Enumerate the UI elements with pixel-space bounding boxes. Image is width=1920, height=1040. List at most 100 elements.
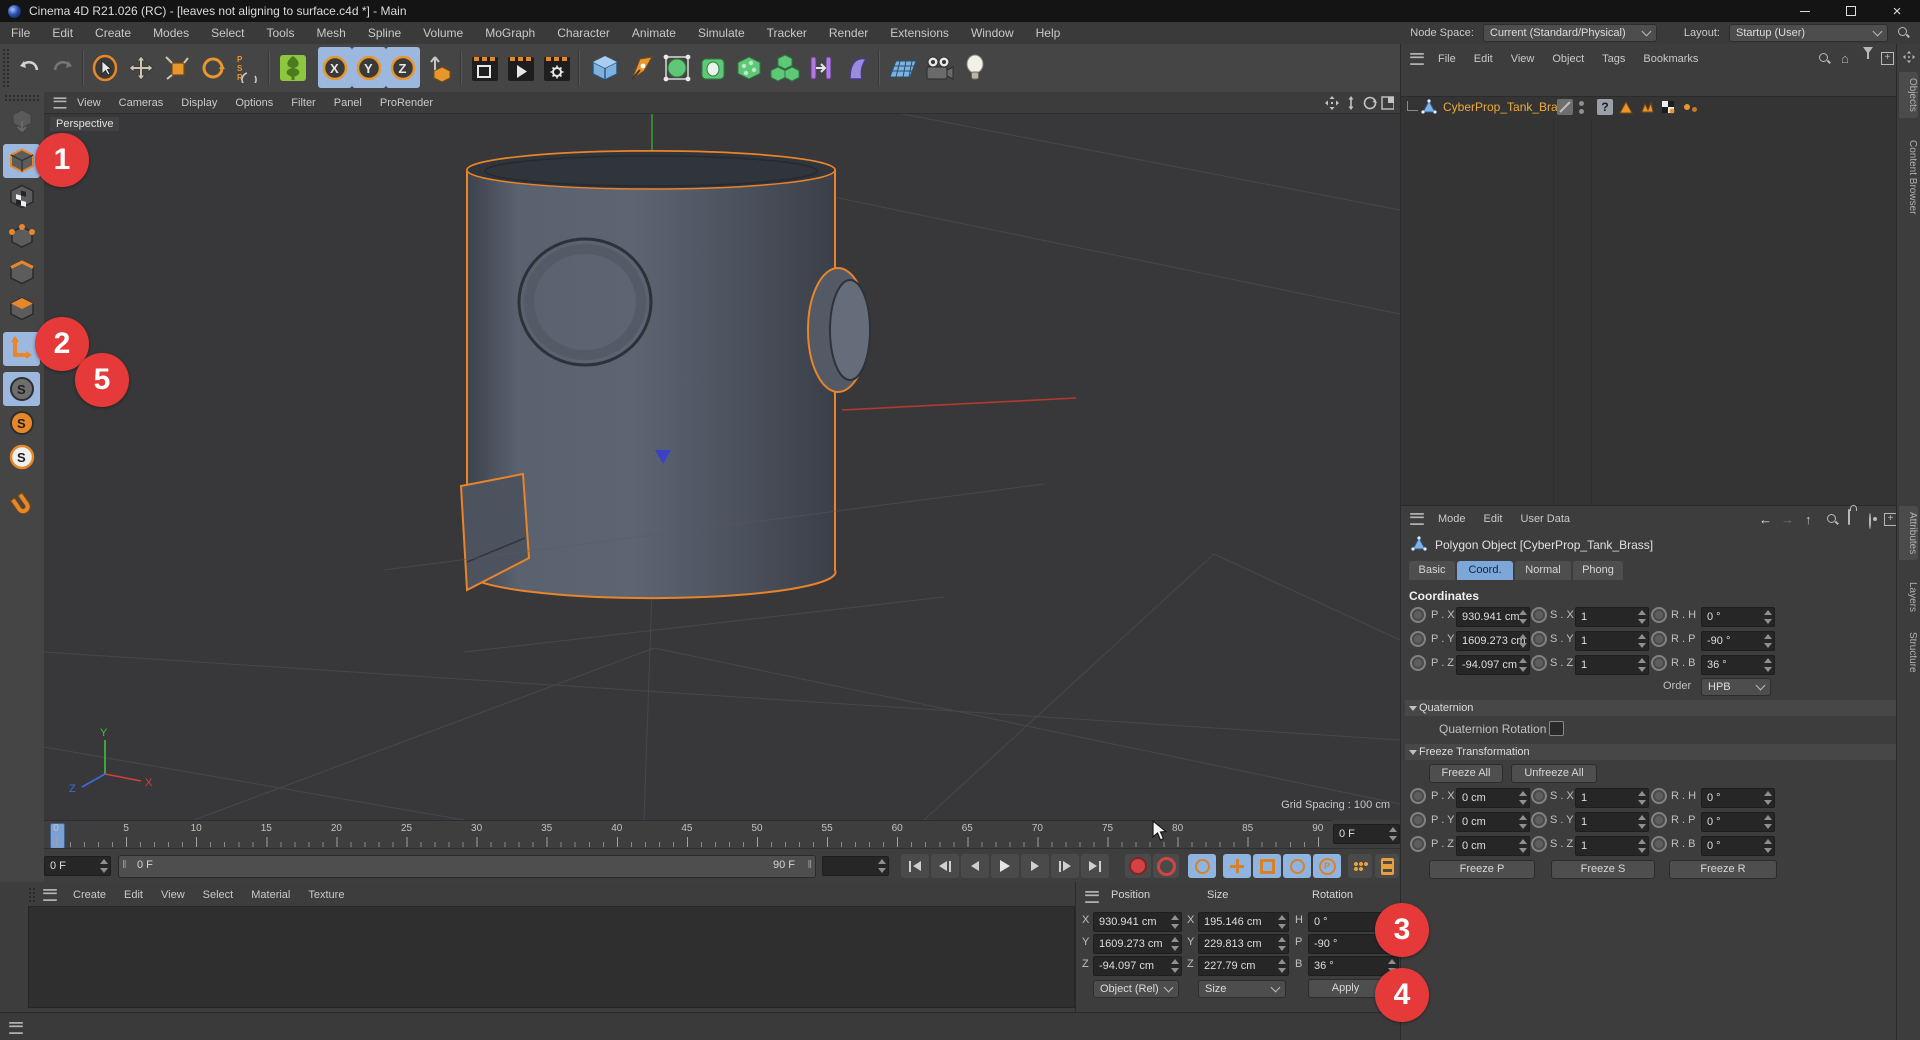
- generator-button[interactable]: [696, 47, 730, 88]
- previous-key-button[interactable]: [931, 854, 959, 878]
- frame-start-field[interactable]: 0 F: [44, 856, 111, 876]
- maximize-button[interactable]: [1828, 0, 1874, 22]
- object-name[interactable]: CyberProp_Tank_Brass: [1443, 100, 1570, 114]
- fsx-field[interactable]: 1: [1575, 788, 1649, 808]
- timeline-range-slider[interactable]: ‖ 0 F 90 F ‖: [118, 855, 816, 878]
- volume-builder-button[interactable]: [732, 47, 766, 88]
- record-position-toggle[interactable]: [1223, 854, 1251, 878]
- question-tag-icon[interactable]: ?: [1597, 99, 1613, 115]
- spinner-icon[interactable]: [1170, 915, 1179, 929]
- spinner-icon[interactable]: [1170, 937, 1179, 951]
- px-field[interactable]: 930.941 cm: [1456, 607, 1530, 627]
- enable-snap-button[interactable]: S: [3, 372, 40, 406]
- viewport-menu-icon[interactable]: [54, 97, 67, 108]
- freeze-section-header[interactable]: Freeze Transformation: [1405, 744, 1901, 760]
- menu-item-user-data[interactable]: User Data: [1512, 513, 1580, 525]
- keyframe-dot[interactable]: [1531, 631, 1547, 647]
- redo-button[interactable]: [46, 47, 80, 88]
- render-view-button[interactable]: [468, 47, 502, 88]
- size-z-field[interactable]: 227.79 cm: [1198, 956, 1289, 976]
- viewport-nav-icons[interactable]: [1324, 95, 1394, 111]
- keyframe-dot[interactable]: [1410, 836, 1426, 852]
- keyframe-dot[interactable]: [1531, 655, 1547, 671]
- goto-start-button[interactable]: [901, 854, 929, 878]
- menu-item-file[interactable]: File: [0, 26, 41, 40]
- menu-item-mesh[interactable]: Mesh: [305, 26, 356, 40]
- keyframe-dot[interactable]: [1410, 788, 1426, 804]
- spinner-icon[interactable]: [1637, 791, 1646, 805]
- menu-item-object[interactable]: Object: [1543, 53, 1593, 65]
- freeze-s-button[interactable]: Freeze S: [1551, 860, 1655, 879]
- deformer-button[interactable]: [840, 47, 874, 88]
- rotate-tool[interactable]: [196, 47, 230, 88]
- unfreeze-all-button[interactable]: Unfreeze All: [1511, 764, 1597, 783]
- spinner-icon[interactable]: [1637, 815, 1646, 829]
- attributes-menu-icon[interactable]: [1410, 513, 1424, 525]
- spinner-icon[interactable]: [1518, 658, 1527, 672]
- polygons-mode-button[interactable]: [3, 292, 40, 326]
- next-key-button[interactable]: [1051, 854, 1079, 878]
- magnet-tool-button[interactable]: [3, 488, 40, 522]
- menu-item-create[interactable]: Create: [64, 889, 115, 901]
- quaternion-section-header[interactable]: Quaternion: [1405, 700, 1901, 716]
- menu-item-tools[interactable]: Tools: [255, 26, 305, 40]
- spline-boolean-button[interactable]: [804, 47, 838, 88]
- sy-field[interactable]: 1: [1575, 631, 1649, 651]
- freeze-p-button[interactable]: Freeze P: [1429, 860, 1535, 879]
- size-y-field[interactable]: 229.813 cm: [1198, 934, 1289, 954]
- snap-modes-button[interactable]: S: [3, 406, 40, 440]
- edit-render-settings-button[interactable]: [540, 47, 574, 88]
- spinner-icon[interactable]: [1637, 634, 1646, 648]
- spinner-icon[interactable]: [1277, 937, 1286, 951]
- object-manager-menu-icon[interactable]: [1410, 53, 1424, 65]
- frp-field[interactable]: 0 °: [1701, 812, 1775, 832]
- spinner-icon[interactable]: [1388, 827, 1397, 841]
- material-menu-icon[interactable]: [43, 889, 57, 901]
- menu-item-filter[interactable]: Filter: [282, 97, 324, 109]
- tab-structure[interactable]: Structure: [1899, 626, 1918, 679]
- menu-item-select[interactable]: Select: [200, 26, 255, 40]
- pan-handle-icon[interactable]: [1902, 50, 1916, 64]
- keyframe-dot[interactable]: [1651, 836, 1667, 852]
- keyframe-dot[interactable]: [1531, 607, 1547, 623]
- spinner-icon[interactable]: [1170, 959, 1179, 973]
- make-editable-button[interactable]: [3, 104, 40, 138]
- menu-item-edit[interactable]: Edit: [1475, 513, 1512, 525]
- record-scale-toggle[interactable]: [1253, 854, 1281, 878]
- keyframe-dot[interactable]: [1651, 788, 1667, 804]
- material-list-area[interactable]: [28, 906, 1075, 1008]
- menu-item-mograph[interactable]: MoGraph: [474, 26, 546, 40]
- render-picture-viewer-button[interactable]: [504, 47, 538, 88]
- forward-icon[interactable]: →: [1781, 513, 1794, 526]
- filter-icon[interactable]: [1863, 47, 1873, 68]
- last-used-tool-psr[interactable]: PSR: [232, 47, 262, 88]
- menu-item-tags[interactable]: Tags: [1593, 53, 1634, 65]
- next-frame-button[interactable]: [1021, 854, 1049, 878]
- tab-content-browser[interactable]: Content Browser: [1899, 134, 1918, 220]
- spinner-icon[interactable]: [1763, 791, 1772, 805]
- range-grip-left[interactable]: ‖: [122, 859, 127, 871]
- rb-field[interactable]: 36 °: [1701, 655, 1775, 675]
- keyframe-dot[interactable]: [1651, 607, 1667, 623]
- edges-mode-button[interactable]: [3, 256, 40, 290]
- menu-item-mode[interactable]: Mode: [1429, 513, 1475, 525]
- keyframe-dot[interactable]: [1410, 607, 1426, 623]
- record-pla-toggle[interactable]: [1348, 854, 1372, 878]
- spinner-icon[interactable]: [1763, 634, 1772, 648]
- keyframe-dot[interactable]: [1531, 836, 1547, 852]
- menu-item-view[interactable]: View: [1502, 53, 1544, 65]
- axis-mode-button[interactable]: [3, 332, 40, 366]
- menu-item-material[interactable]: Material: [242, 889, 299, 901]
- coordinate-mode-dropdown[interactable]: Object (Rel): [1093, 980, 1179, 998]
- lock-icon[interactable]: [1848, 509, 1850, 525]
- menu-item-edit[interactable]: Edit: [1465, 53, 1502, 65]
- rp-field[interactable]: -90 °: [1701, 631, 1775, 651]
- menu-item-edit[interactable]: Edit: [41, 26, 84, 40]
- frame-end-field[interactable]: [822, 856, 889, 876]
- undo-button[interactable]: [12, 47, 46, 88]
- fpx-field[interactable]: 0 cm: [1456, 788, 1530, 808]
- fsz-field[interactable]: 1: [1575, 836, 1649, 856]
- spinner-icon[interactable]: [1518, 634, 1527, 648]
- object-tree[interactable]: CyberProp_Tank_Brass ?: [1401, 96, 1897, 506]
- menu-item-create[interactable]: Create: [84, 26, 142, 40]
